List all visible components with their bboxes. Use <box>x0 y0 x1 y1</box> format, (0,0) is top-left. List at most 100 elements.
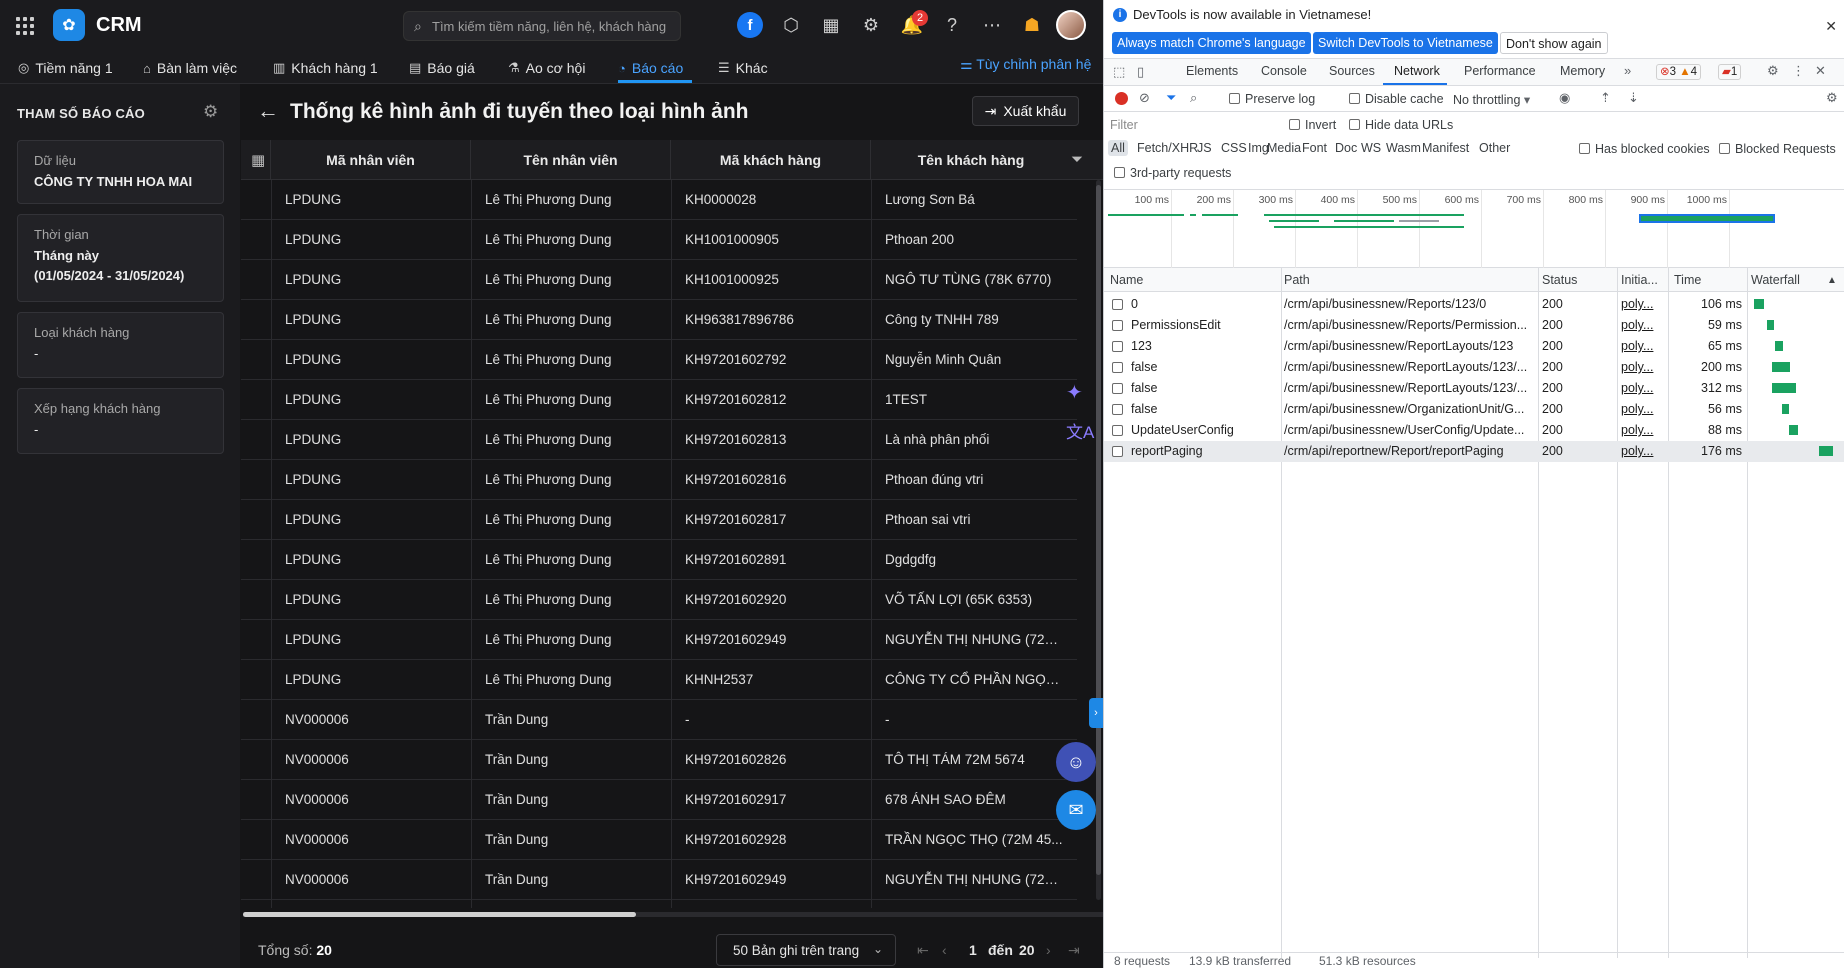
clear-icon[interactable]: ⊘ <box>1139 90 1150 106</box>
table-row[interactable]: NV000006 Trần Dung KH97201602949 NGUYỄN THỊ… <box>241 860 1077 900</box>
first-page-icon[interactable]: ⇤ <box>917 942 929 959</box>
network-request-row[interactable]: false/crm/api/businessnew/ReportLayouts/… <box>1104 378 1844 399</box>
network-settings-icon[interactable]: ⚙ <box>1826 90 1838 106</box>
nav-item-bao-cao[interactable]: ◔ Báo cáo <box>618 56 683 80</box>
gear-icon[interactable]: ⚙ <box>858 12 884 38</box>
live-chat-button[interactable]: ✉ <box>1056 790 1096 830</box>
settings-gear-icon[interactable]: ⚙ <box>203 102 218 122</box>
nav-item-khac[interactable]: ☰ Khác <box>718 56 768 80</box>
calendar-icon[interactable]: ▦ <box>818 12 844 38</box>
nav-item-bao-gia[interactable]: ▤ Báo giá <box>409 56 475 80</box>
request-init[interactable]: poly... <box>1621 381 1664 395</box>
third-party-checkbox[interactable]: 3rd-party requests <box>1114 166 1231 180</box>
prev-page-icon[interactable]: ‹ <box>942 942 947 958</box>
network-request-row[interactable]: PermissionsEdit/crm/api/businessnew/Repo… <box>1104 315 1844 336</box>
invert-checkbox[interactable]: Invert <box>1289 118 1336 132</box>
dont-show-again-button[interactable]: Don't show again <box>1500 32 1608 54</box>
column-time[interactable]: Time <box>1674 273 1701 287</box>
close-icon[interactable]: ✕ <box>1825 18 1837 35</box>
network-request-row[interactable]: UpdateUserConfig/crm/api/businessnew/Use… <box>1104 420 1844 441</box>
table-row[interactable]: LPDUNG Lê Thị Phương Dung KH97201602891 Dgd… <box>241 540 1077 580</box>
chat-icon[interactable]: ⋯ <box>979 12 1005 38</box>
close-devtools-icon[interactable]: ✕ <box>1815 63 1826 79</box>
column-initiator[interactable]: Initia... <box>1621 273 1658 287</box>
filter-icon[interactable]: ⏷ <box>1071 151 1083 168</box>
timeline-selection[interactable] <box>1639 214 1775 223</box>
record-icon[interactable] <box>1115 92 1128 105</box>
param-card-customer-type[interactable]: Loại khách hàng - <box>17 312 224 378</box>
param-card-time[interactable]: Thời gian Tháng này (01/05/2024 - 31/05/2… <box>17 214 224 302</box>
export-har-icon[interactable]: ⇣ <box>1628 90 1639 106</box>
request-init[interactable]: poly... <box>1621 423 1664 437</box>
page-size-select[interactable]: 50 Bản ghi trên trang ⌄ <box>716 934 896 966</box>
type-filter-ws[interactable]: WS <box>1358 140 1384 156</box>
request-init[interactable]: poly... <box>1621 402 1664 416</box>
avatar[interactable] <box>1056 10 1086 40</box>
filter-input[interactable] <box>1110 116 1275 134</box>
table-row[interactable]: LPDUNG Lê Thị Phương Dung KH97201602817 Pth… <box>241 500 1077 540</box>
nav-item-tiem-nang[interactable]: ◎ Tiềm năng 1 <box>18 56 113 80</box>
table-row[interactable]: NV000006 Trần Dung - - <box>241 700 1077 740</box>
column-header-employee-name[interactable]: Tên nhân viên <box>471 140 671 180</box>
crm-logo[interactable]: ✿ <box>53 9 85 41</box>
preserve-log-checkbox[interactable]: Preserve log <box>1229 92 1315 106</box>
column-path[interactable]: Path <box>1284 273 1310 287</box>
table-row[interactable]: LPDUNG Lê Thị Phương Dung KH1001000905 Ptho… <box>241 220 1077 260</box>
blocked-requests-checkbox[interactable]: Blocked Requests <box>1719 142 1836 156</box>
request-init[interactable]: poly... <box>1621 297 1664 311</box>
param-card-customer-rank[interactable]: Xếp hạng khách hàng - <box>17 388 224 454</box>
disable-cache-checkbox[interactable]: Disable cache <box>1349 92 1444 106</box>
table-row[interactable]: LPDUNG Lê Thị Phương Dung KH97201602949 NGU… <box>241 620 1077 660</box>
row-checkbox[interactable] <box>1112 383 1123 394</box>
row-checkbox[interactable] <box>1112 425 1123 436</box>
type-filter-manifest[interactable]: Manifest <box>1419 140 1472 156</box>
table-row[interactable]: LPDUNG Lê Thị Phương Dung KH1001000925 NGÔ … <box>241 260 1077 300</box>
inspect-element-icon[interactable]: ⬚ <box>1113 64 1125 80</box>
box-icon[interactable]: ⬡ <box>778 12 804 38</box>
ai-sparkle-icon[interactable]: ✦ <box>1066 380 1083 405</box>
expand-panel-tab[interactable]: › <box>1089 698 1103 728</box>
type-filter-js[interactable]: JS <box>1194 140 1215 156</box>
table-row[interactable]: LPDUNG Lê Thị Phương Dung KH97201602813 Là … <box>241 420 1077 460</box>
type-filter-other[interactable]: Other <box>1476 140 1513 156</box>
row-checkbox[interactable] <box>1112 362 1123 373</box>
request-init[interactable]: poly... <box>1621 339 1664 353</box>
row-checkbox[interactable] <box>1112 446 1123 457</box>
column-header-customer-code[interactable]: Mã khách hàng <box>671 140 871 180</box>
export-button[interactable]: ⇥ Xuất khẩu <box>972 96 1079 126</box>
more-tabs-icon[interactable]: » <box>1624 63 1631 78</box>
global-search[interactable]: ⌕ <box>403 11 681 41</box>
param-card-data[interactable]: Dữ liệu CÔNG TY TNHH HOA MAI <box>17 140 224 204</box>
type-filter-font[interactable]: Font <box>1299 140 1330 156</box>
network-request-row[interactable]: false/crm/api/businessnew/OrganizationUn… <box>1104 399 1844 420</box>
tab-sources[interactable]: Sources <box>1329 64 1375 78</box>
search-icon[interactable]: ⌕ <box>1190 90 1197 106</box>
translate-icon[interactable]: 文A <box>1066 418 1094 443</box>
column-header-customer-name[interactable]: Tên khách hàng <box>871 140 1071 180</box>
gift-icon[interactable]: ☗ <box>1019 12 1045 38</box>
column-status[interactable]: Status <box>1542 273 1577 287</box>
network-request-row[interactable]: 123/crm/api/businessnew/ReportLayouts/12… <box>1104 336 1844 357</box>
table-row[interactable]: LPDUNG Lê Thị Phương Dung KH97201602920 VÕ … <box>241 580 1077 620</box>
row-checkbox[interactable] <box>1112 341 1123 352</box>
import-har-icon[interactable]: ⇡ <box>1600 90 1611 106</box>
table-row[interactable]: LPDUNG Lê Thị Phương Dung KH97201602816 Pth… <box>241 460 1077 500</box>
tab-console[interactable]: Console <box>1261 64 1307 78</box>
tab-elements[interactable]: Elements <box>1186 64 1238 78</box>
issues-badge[interactable]: ▰1 <box>1718 64 1742 80</box>
hide-data-urls-checkbox[interactable]: Hide data URLs <box>1349 118 1453 132</box>
sort-up-icon[interactable]: ▲ <box>1827 275 1837 286</box>
table-row[interactable]: LPDUNG Lê Thị Phương Dung KH0000028 Lương S… <box>241 180 1077 220</box>
table-row[interactable]: LPDUNG Lê Thị Phương Dung KH97201602792 Ngu… <box>241 340 1077 380</box>
table-row[interactable]: NV000006 Trần Dung KH97201602928 TRẦN NGỌC … <box>241 820 1077 860</box>
throttling-select[interactable]: No throttling ▾ <box>1453 92 1530 107</box>
gear-icon[interactable]: ⚙ <box>1767 63 1779 79</box>
tab-memory[interactable]: Memory <box>1560 64 1605 78</box>
column-header-employee-code[interactable]: Mã nhân viên <box>271 140 471 180</box>
next-page-icon[interactable]: › <box>1046 942 1051 958</box>
help-icon[interactable]: ? <box>939 12 965 38</box>
nav-item-ban-lam-viec[interactable]: ⌂ Bàn làm việc <box>143 56 237 80</box>
nav-item-khach-hang[interactable]: ▥ Khách hàng 1 <box>273 56 378 80</box>
apps-grid-icon[interactable] <box>16 17 34 35</box>
network-overview-timeline[interactable]: 100 ms 200 ms 300 ms 400 ms 500 ms 600 ms 700 … <box>1104 190 1844 268</box>
